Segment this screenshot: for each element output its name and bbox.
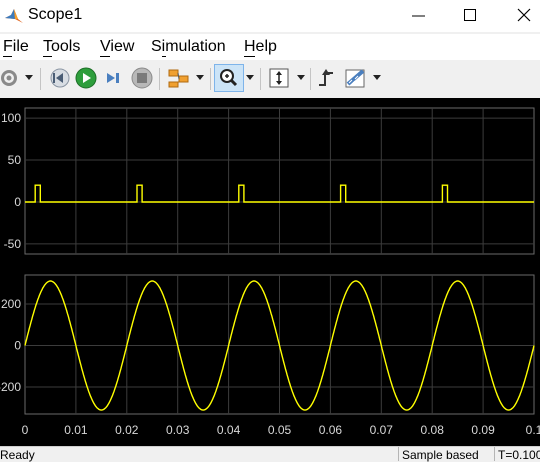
maximize-icon <box>464 9 476 21</box>
signal-selector-icon <box>168 69 189 88</box>
menu-simulation[interactable]: Simulation <box>151 38 226 56</box>
x-tick-label: 0.05 <box>268 423 292 437</box>
toolbar-separator <box>159 68 160 90</box>
menu-tools[interactable]: Tools <box>43 38 80 56</box>
measurements-dropdown-caret[interactable] <box>373 75 381 80</box>
mnemonic-underline <box>3 56 12 57</box>
y-tick-label: 0 <box>14 339 21 353</box>
mnemonic-underline <box>43 56 52 57</box>
scope-display: -50 0 50 100 -200 0 200 0 0.01 0.02 0.03 0.04 0.05 0.… <box>0 98 540 446</box>
status-time: T=0.100 <box>498 448 540 462</box>
step-back-button[interactable] <box>47 65 71 91</box>
toolbar-separator <box>310 68 311 90</box>
autoscale-button[interactable] <box>266 65 292 91</box>
toolbar <box>0 61 540 95</box>
trigger-icon <box>319 69 333 86</box>
status-ready: Ready <box>0 448 35 462</box>
menu-bar: File Tools View Simulation Help <box>0 34 540 60</box>
minimize-icon <box>412 15 425 17</box>
stop-icon <box>131 67 153 89</box>
autoscale-icon <box>269 68 289 88</box>
status-divider <box>398 447 399 461</box>
gear-icon <box>1 70 17 86</box>
autoscale-dropdown-caret[interactable] <box>297 75 305 80</box>
x-tick-label: 0.06 <box>319 423 343 437</box>
signal-selector-dropdown-caret[interactable] <box>196 75 204 80</box>
zoom-icon <box>220 69 238 87</box>
y-tick-label: 50 <box>8 153 22 167</box>
trigger-button[interactable] <box>315 65 339 91</box>
scope-plots: -50 0 50 100 -200 0 200 0 0.01 0.02 0.03 0.04 0.05 0.… <box>0 107 540 437</box>
measurements-button[interactable] <box>343 65 369 91</box>
zoom-dropdown-caret[interactable] <box>246 75 254 80</box>
x-tick-label: 0.1 <box>526 423 540 437</box>
mnemonic-underline <box>162 56 166 57</box>
toolbar-separator <box>40 68 41 90</box>
y-tick-label: 0 <box>14 195 21 209</box>
minimize-button[interactable] <box>396 0 442 30</box>
menu-file[interactable]: File <box>3 38 29 56</box>
x-tick-label: 0.09 <box>471 423 495 437</box>
settings-button[interactable] <box>0 65 22 91</box>
y-tick-label: 100 <box>1 111 21 125</box>
status-bar: Ready Sample based T=0.100 <box>0 446 540 462</box>
menu-help[interactable]: Help <box>244 38 277 56</box>
step-forward-button[interactable] <box>102 65 126 91</box>
title-bar: Scope1 <box>0 0 540 32</box>
x-tick-label: 0.07 <box>370 423 394 437</box>
x-tick-label: 0.04 <box>217 423 241 437</box>
stop-button[interactable] <box>130 65 154 91</box>
mnemonic-underline <box>244 56 255 57</box>
zoom-button[interactable] <box>214 64 244 92</box>
toolbar-separator <box>210 68 211 90</box>
measurements-icon <box>345 69 365 88</box>
step-back-icon <box>50 68 70 88</box>
close-button[interactable] <box>502 0 540 30</box>
y-tick-label: -200 <box>0 380 21 394</box>
close-icon <box>517 8 531 22</box>
status-mode: Sample based <box>402 448 479 462</box>
window-title: Scope1 <box>28 6 83 23</box>
signal-selector-button[interactable] <box>166 65 192 91</box>
y-tick-label: 200 <box>1 297 21 311</box>
maximize-button[interactable] <box>448 0 494 30</box>
x-tick-label: 0 <box>22 423 29 437</box>
x-tick-label: 0.02 <box>115 423 139 437</box>
status-divider <box>494 447 495 461</box>
mnemonic-underline <box>100 56 110 57</box>
run-icon <box>75 67 97 89</box>
matlab-logo-icon <box>5 9 23 23</box>
settings-dropdown-caret[interactable] <box>25 75 33 80</box>
x-tick-label: 0.03 <box>166 423 190 437</box>
x-tick-label: 0.08 <box>421 423 445 437</box>
menu-view[interactable]: View <box>100 38 134 56</box>
y-tick-label: -50 <box>4 237 22 251</box>
x-tick-label: 0.01 <box>64 423 88 437</box>
run-button[interactable] <box>74 65 98 91</box>
step-forward-icon <box>107 73 119 83</box>
toolbar-separator <box>260 68 261 90</box>
